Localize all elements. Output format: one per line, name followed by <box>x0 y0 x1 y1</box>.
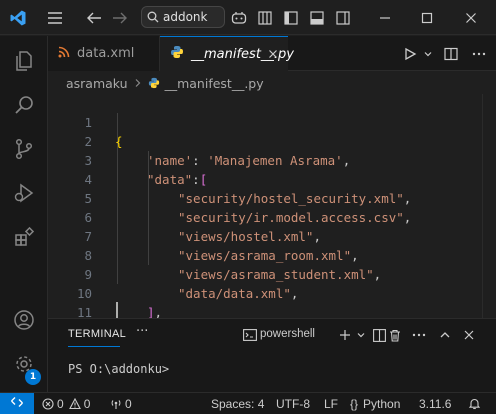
remote-indicator[interactable] <box>0 393 34 414</box>
indentation-indicator[interactable]: Spaces: 4 <box>211 393 264 414</box>
error-icon <box>42 397 54 410</box>
code-line: 10 ], <box>48 265 496 318</box>
terminal-panel: TERMINAL ··· powershell PS O:\addonku> <box>48 318 496 392</box>
panel-more-button[interactable]: ··· <box>136 324 148 339</box>
tab-manifest-py[interactable]: __manifest__.py <box>160 36 294 71</box>
code-line: 5 "security/ir.model.access.csv", <box>48 170 496 225</box>
manage-gear-icon[interactable] <box>0 342 48 386</box>
tab-terminal[interactable]: TERMINAL <box>68 328 126 340</box>
copilot-icon[interactable] <box>228 0 250 35</box>
minimize-icon[interactable] <box>372 0 398 35</box>
split-editor-icon[interactable] <box>438 36 464 71</box>
maximize-icon[interactable] <box>414 0 440 35</box>
warning-icon <box>68 397 81 410</box>
explorer-icon[interactable] <box>0 39 48 83</box>
source-control-icon[interactable] <box>0 127 48 171</box>
ports-indicator[interactable]: 0 <box>110 393 132 414</box>
eol-indicator[interactable]: LF <box>324 393 338 414</box>
title-bar: addonk <box>0 0 496 35</box>
editor-tab-bar: data.xml __manifest__.py <box>48 36 496 71</box>
accounts-icon[interactable] <box>0 298 48 342</box>
search-icon <box>147 8 159 27</box>
close-window-icon[interactable] <box>458 0 484 35</box>
text-cursor <box>116 302 118 318</box>
code-line: 8 "views/asrama_student.xml", <box>48 227 496 282</box>
remote-icon <box>10 395 24 412</box>
terminal-icon <box>242 326 258 344</box>
code-line: 2 'name': 'Manajemen Asrama', <box>48 113 496 168</box>
code-line: 6 "views/hostel.xml", <box>48 189 496 244</box>
toggle-panel-icon[interactable] <box>306 0 328 35</box>
code-line: 4 "security/hostel_security.xml", <box>48 151 496 206</box>
toggle-sidebar-icon[interactable] <box>280 0 302 35</box>
code-line: 3 "data":[ <box>48 132 496 187</box>
code-line: 11 } <box>48 284 496 318</box>
notifications-bell-icon[interactable] <box>468 393 481 414</box>
rss-file-icon <box>58 46 70 62</box>
more-actions-icon[interactable] <box>466 36 492 71</box>
activity-bar <box>0 36 48 392</box>
problems-indicator[interactable]: 0 0 <box>42 393 90 414</box>
close-panel-icon[interactable] <box>460 326 478 344</box>
editor-scrollbar[interactable] <box>482 94 496 318</box>
forward-arrow-icon[interactable] <box>108 0 132 35</box>
close-tab-icon[interactable] <box>266 47 280 61</box>
search-view-icon[interactable] <box>0 83 48 127</box>
back-arrow-icon[interactable] <box>82 0 106 35</box>
tab-data-xml[interactable]: data.xml <box>48 36 160 71</box>
breadcrumb: asramaku __manifest__.py <box>48 72 496 94</box>
python-interpreter-version[interactable]: 3.11.6 <box>419 393 451 414</box>
chevron-right-icon <box>134 76 142 91</box>
menu-icon[interactable] <box>42 0 68 35</box>
braces-icon: {} <box>350 396 359 411</box>
code-line: 9 "data/data.xml", <box>48 246 496 301</box>
run-dropdown-chevron-icon[interactable] <box>420 36 436 71</box>
terminal-prompt[interactable]: PS O:\addonku> <box>68 362 169 376</box>
error-count: 0 <box>57 396 64 411</box>
terminal-name[interactable]: powershell <box>260 328 315 340</box>
panel-more-actions-icon[interactable] <box>410 326 428 344</box>
kill-terminal-trash-icon[interactable] <box>386 326 404 344</box>
maximize-panel-chevron-up-icon[interactable] <box>436 326 454 344</box>
layout-grid-icon[interactable] <box>254 0 276 35</box>
status-bar: 0 0 0 Spaces: 4 UTF-8 LF {} Python 3.11.… <box>0 392 496 414</box>
code-line: 1 { <box>48 94 496 149</box>
warning-count: 0 <box>83 396 91 411</box>
extensions-icon[interactable] <box>0 215 48 259</box>
new-terminal-icon[interactable] <box>336 326 354 344</box>
search-text: addonk <box>163 10 208 24</box>
command-center-search[interactable]: addonk <box>141 6 225 28</box>
language-mode[interactable]: {} Python <box>350 393 400 414</box>
breadcrumb-folder[interactable]: asramaku <box>66 76 128 91</box>
code-line: 7 "views/asrama_room.xml", <box>48 208 496 263</box>
python-file-icon <box>148 77 160 89</box>
language-label: Python <box>363 396 401 411</box>
tab-label: data.xml <box>77 46 135 61</box>
run-debug-icon[interactable] <box>0 171 48 215</box>
python-file-icon <box>170 45 184 63</box>
toggle-secondary-sidebar-icon[interactable] <box>332 0 354 35</box>
encoding-indicator[interactable]: UTF-8 <box>276 393 310 414</box>
accounts-badge: 1 <box>25 369 41 385</box>
ports-count: 0 <box>125 396 132 411</box>
code-editor[interactable]: 1 { 2 'name': 'Manajemen Asrama', 3 "dat… <box>48 94 496 318</box>
active-tab-indicator <box>68 346 120 347</box>
breadcrumb-file[interactable]: __manifest__.py <box>165 76 264 91</box>
terminal-dropdown-chevron-icon[interactable] <box>354 326 368 344</box>
radio-tower-icon <box>110 398 122 410</box>
vscode-logo-icon[interactable] <box>4 0 32 35</box>
